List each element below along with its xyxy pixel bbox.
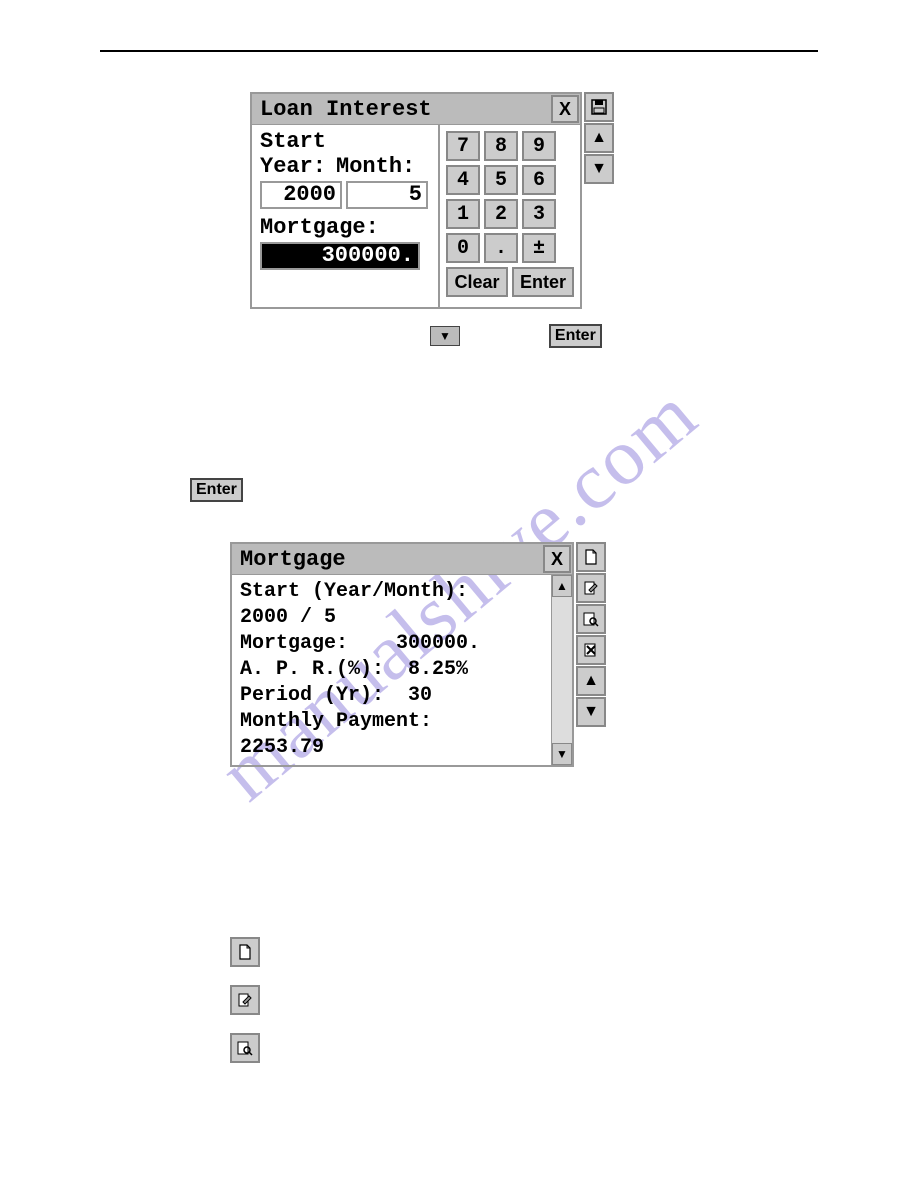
loan-interest-dialog: Loan Interest X Start Year: Month: 2000 (250, 92, 582, 309)
result-title: Mortgage (232, 545, 542, 574)
key-4[interactable]: 4 (446, 165, 480, 195)
result-side-toolbar: ▲ ▼ (576, 542, 606, 727)
start-label: Start (260, 129, 430, 154)
dialog-title: Loan Interest (252, 95, 550, 124)
month-field[interactable]: 5 (346, 181, 428, 209)
result-line: A. P. R.(%): 8.25% (240, 657, 543, 683)
icon-legend (230, 937, 818, 1063)
year-field[interactable]: 2000 (260, 181, 342, 209)
mortgage-result-window: Mortgage X Start (Year/Month): 2000 / 5 … (230, 542, 574, 767)
key-5[interactable]: 5 (484, 165, 518, 195)
key-plusminus[interactable]: ± (522, 233, 556, 263)
result-close-button[interactable]: X (543, 545, 571, 573)
chevron-down-icon: ▼ (439, 329, 451, 343)
dialog-titlebar: Loan Interest X (252, 94, 580, 125)
enter-button[interactable]: Enter (512, 267, 574, 297)
new-doc-icon[interactable] (230, 937, 260, 967)
mortgage-field[interactable]: 300000. (260, 242, 420, 270)
standalone-enter-button[interactable]: Enter (190, 478, 243, 502)
input-pane: Start Year: Month: 2000 5 Mortgage: 3000… (252, 125, 440, 307)
search-icon[interactable] (230, 1033, 260, 1063)
dialog-side-toolbar: ▲ ▼ (584, 92, 614, 184)
result-line: 2000 / 5 (240, 605, 543, 631)
key-9[interactable]: 9 (522, 131, 556, 161)
result-line: Period (Yr): 30 (240, 683, 543, 709)
scrollbar[interactable]: ▲ ▼ (551, 575, 572, 765)
result-line: Monthly Payment: (240, 709, 543, 735)
result-line: Mortgage: 300000. (240, 631, 543, 657)
scroll-down-icon[interactable]: ▼ (552, 743, 572, 765)
key-3[interactable]: 3 (522, 199, 556, 229)
mortgage-label: Mortgage: (260, 215, 430, 240)
save-icon[interactable] (584, 92, 614, 122)
clear-button[interactable]: Clear (446, 267, 508, 297)
new-doc-icon[interactable] (576, 542, 606, 572)
result-titlebar: Mortgage X (232, 544, 572, 575)
divider (100, 50, 818, 52)
side-up-arrow-icon[interactable]: ▲ (576, 666, 606, 696)
year-label: Year: (260, 154, 326, 179)
inline-enter-button[interactable]: Enter (549, 324, 602, 348)
result-line: Start (Year/Month): (240, 579, 543, 605)
keypad: 7 8 9 4 5 6 1 2 (440, 125, 580, 307)
key-0[interactable]: 0 (446, 233, 480, 263)
search-icon[interactable] (576, 604, 606, 634)
side-down-arrow-icon[interactable]: ▼ (576, 697, 606, 727)
down-arrow-icon[interactable]: ▼ (584, 154, 614, 184)
result-line: 2253.79 (240, 735, 543, 761)
edit-icon[interactable] (576, 573, 606, 603)
dropdown-icon[interactable]: ▼ (430, 326, 460, 346)
delete-icon[interactable] (576, 635, 606, 665)
scroll-up-icon[interactable]: ▲ (552, 575, 572, 597)
month-label: Month: (336, 154, 415, 179)
key-dot[interactable]: . (484, 233, 518, 263)
key-8[interactable]: 8 (484, 131, 518, 161)
edit-icon[interactable] (230, 985, 260, 1015)
up-arrow-icon[interactable]: ▲ (584, 123, 614, 153)
key-7[interactable]: 7 (446, 131, 480, 161)
key-1[interactable]: 1 (446, 199, 480, 229)
key-6[interactable]: 6 (522, 165, 556, 195)
close-button[interactable]: X (551, 95, 579, 123)
key-2[interactable]: 2 (484, 199, 518, 229)
